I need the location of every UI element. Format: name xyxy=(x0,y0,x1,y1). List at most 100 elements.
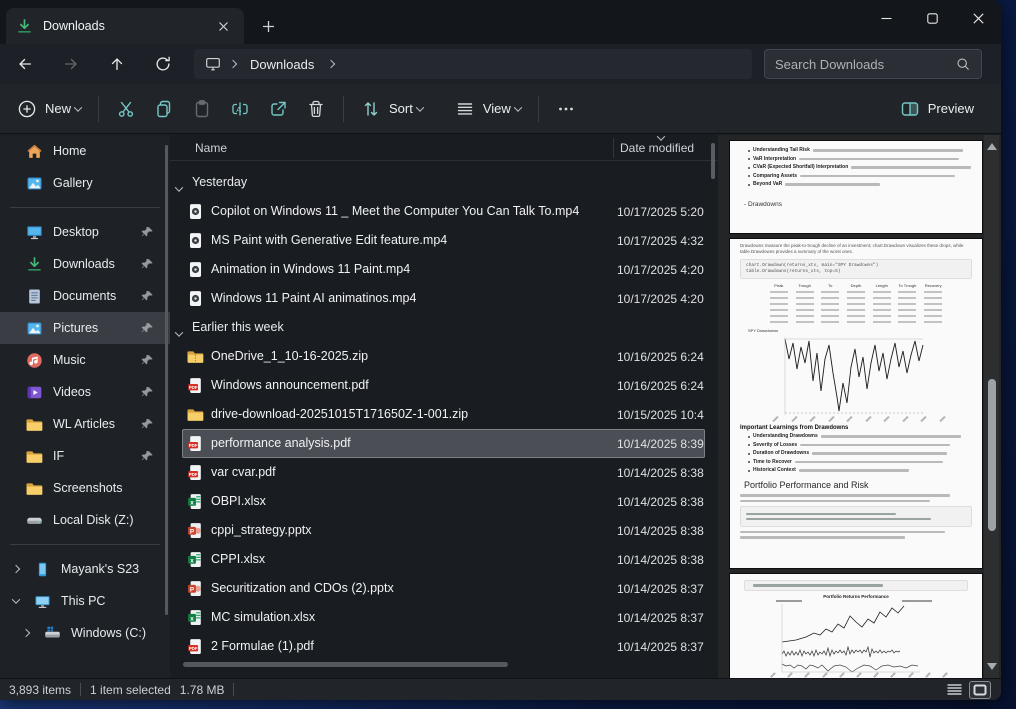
share-icon xyxy=(268,99,288,119)
group-header-earlier-this-week[interactable]: Earlier this week xyxy=(170,313,710,342)
share-button[interactable] xyxy=(259,91,297,127)
sidebar-item-local-disk-z[interactable]: Local Disk (Z:) xyxy=(8,504,162,536)
sidebar-item-home[interactable]: Home xyxy=(8,135,162,167)
cell-bar xyxy=(821,309,840,311)
cell-bar xyxy=(872,297,891,299)
cell-bar xyxy=(769,321,788,323)
text-line xyxy=(794,460,943,464)
sidebar-item-windows-c[interactable]: Windows (C:) xyxy=(8,617,162,649)
chevron-down-icon[interactable] xyxy=(174,324,184,342)
sidebar-item-wl-articles[interactable]: WL Articles xyxy=(8,408,162,440)
file-date-modified: 10/17/2025 4:32 xyxy=(617,233,704,248)
file-row-2-formulae-1-pdf[interactable]: PDF 2 Formulae (1).pdf 10/14/2025 8:37 xyxy=(182,632,705,661)
file-row-copilot-on-windows-11-meet-the-computer-you-can-talk-to-mp4[interactable]: Copilot on Windows 11 _ Meet the Compute… xyxy=(182,197,705,226)
refresh-button[interactable] xyxy=(146,49,180,79)
sidebar-item-pictures[interactable]: Pictures xyxy=(0,312,170,344)
file-row-cppi-strategy-pptx[interactable]: Pcppi_strategy.pptx 10/14/2025 8:38 xyxy=(182,516,705,545)
cell-bar xyxy=(924,321,943,323)
paste-button[interactable] xyxy=(183,91,221,127)
preview-pane: Understanding Tail Risk VaR Interpretatio… xyxy=(718,135,1001,678)
file-row-windows-announcement-pdf[interactable]: PDF Windows announcement.pdf 10/16/2025 6:… xyxy=(182,371,705,400)
cut-button[interactable] xyxy=(107,91,145,127)
file-row-onedrive-1-10-16-2025-zip[interactable]: OneDrive_1_10-16-2025.zip 10/16/2025 6:24 xyxy=(182,342,705,371)
sidebar-item-desktop[interactable]: Desktop xyxy=(8,216,162,248)
view-button[interactable]: View xyxy=(446,91,530,127)
text-line xyxy=(746,517,931,520)
cell-bar xyxy=(769,303,788,305)
sidebar-item-mayank-s-s23[interactable]: Mayank's S23 xyxy=(8,553,162,585)
chevron-down-icon[interactable] xyxy=(10,595,22,607)
scroll-down-arrow-icon[interactable] xyxy=(986,663,997,670)
back-button[interactable] xyxy=(8,49,42,79)
scroll-up-arrow-icon[interactable] xyxy=(986,143,997,150)
sidebar-item-this-pc[interactable]: This PC xyxy=(8,585,162,617)
large-icons-view-button[interactable] xyxy=(969,680,991,699)
file-row-obpi-xlsx[interactable]: x OBPI.xlsx 10/14/2025 8:38 xyxy=(182,487,705,516)
file-list-scrollbar[interactable] xyxy=(711,143,715,179)
bullet-dot xyxy=(748,149,750,152)
sidebar-scrollbar[interactable] xyxy=(165,145,168,615)
view-button-label: View xyxy=(482,101,511,116)
sidebar-item-gallery[interactable]: Gallery xyxy=(8,167,162,199)
sidebar-item-if[interactable]: IF xyxy=(8,440,162,472)
column-divider[interactable] xyxy=(613,138,614,158)
pin-icon xyxy=(141,258,154,271)
cell-bar xyxy=(872,321,891,323)
file-row-drive-download-20251015t171650z-1-001-zip[interactable]: drive-download-20251015T171650Z-1-001.zi… xyxy=(182,400,705,429)
sidebar-item-screenshots[interactable]: Screenshots xyxy=(8,472,162,504)
sort-button[interactable]: Sort xyxy=(352,91,432,127)
minimize-button[interactable] xyxy=(863,0,909,36)
file-name: Windows 11 Paint AI animatinos.mp4 xyxy=(211,291,417,305)
cell-bar xyxy=(924,291,943,293)
preview-scrollbar[interactable] xyxy=(984,135,999,678)
file-row-ms-paint-with-generative-edit-feature-mp4[interactable]: MS Paint with Generative Edit feature.mp… xyxy=(182,226,705,255)
up-button[interactable] xyxy=(100,49,134,79)
column-header-name[interactable]: Name xyxy=(195,141,227,155)
svg-text:PDF: PDF xyxy=(189,385,198,390)
text-line xyxy=(799,157,960,161)
more-options-button[interactable] xyxy=(547,91,585,127)
explorer-tab-downloads[interactable]: Downloads xyxy=(6,8,244,44)
file-row-performance-analysis-pdf[interactable]: PDF performance analysis.pdf 10/14/2025 8:… xyxy=(182,429,705,458)
file-row-securitization-and-cdos-2-pptx[interactable]: P Securitization and CDOs (2).pptx 10/14/2… xyxy=(182,574,705,603)
tab-close-icon[interactable] xyxy=(212,15,234,37)
sidebar-item-downloads[interactable]: Downloads xyxy=(8,248,162,280)
cell-bar xyxy=(872,303,891,305)
sidebar-item-music[interactable]: Music xyxy=(8,344,162,376)
maximize-button[interactable] xyxy=(909,0,955,36)
pdf-heading-drawdowns: - Drawdowns xyxy=(744,201,782,208)
breadcrumb-downloads[interactable]: Downloads xyxy=(250,57,314,72)
file-date-modified: 10/14/2025 8:38 xyxy=(617,465,704,480)
chevron-down-icon[interactable] xyxy=(174,179,184,197)
forward-button[interactable] xyxy=(54,49,88,79)
svg-text:P: P xyxy=(190,586,195,593)
pin-icon xyxy=(141,354,154,367)
rename-button[interactable]: A xyxy=(221,91,259,127)
chevron-right-icon[interactable] xyxy=(10,563,22,575)
sidebar-item-videos[interactable]: Videos xyxy=(8,376,162,408)
file-row-cppi-xlsx[interactable]: x CPPI.xlsx 10/14/2025 8:38 xyxy=(182,545,705,574)
search-input[interactable]: Search Downloads xyxy=(764,49,982,79)
file-row-animation-in-windows-11-paint-mp4[interactable]: Animation in Windows 11 Paint.mp4 10/17/2… xyxy=(182,255,705,284)
navigation-sidebar: Home Gallery Desktop Downloads Documents Pict… xyxy=(0,135,170,678)
preview-scrollbar-thumb[interactable] xyxy=(987,379,996,531)
new-button[interactable]: New xyxy=(8,91,90,127)
delete-button[interactable] xyxy=(297,91,335,127)
sidebar-item-documents[interactable]: Documents xyxy=(8,280,162,312)
column-header-date-modified[interactable]: Date modified xyxy=(620,141,694,155)
breadcrumb[interactable]: Downloads xyxy=(194,49,752,79)
preview-toggle-button[interactable]: Preview xyxy=(891,91,987,127)
new-tab-button[interactable] xyxy=(256,14,280,38)
horizontal-scrollbar[interactable] xyxy=(183,662,508,667)
copy-button[interactable] xyxy=(145,91,183,127)
close-button[interactable] xyxy=(955,0,1001,36)
file-row-var-cvar-pdf[interactable]: PDF var cvar.pdf 10/14/2025 8:38 xyxy=(182,458,705,487)
group-label: Yesterday xyxy=(192,175,248,189)
chevron-right-icon[interactable] xyxy=(327,59,336,69)
file-row-windows-11-paint-ai-animatinos-mp4[interactable]: Windows 11 Paint AI animatinos.mp4 10/17/… xyxy=(182,284,705,313)
file-row-mc-simulation-xlsx[interactable]: x MC simulation.xlsx 10/14/2025 8:37 xyxy=(182,603,705,632)
group-header-yesterday[interactable]: Yesterday xyxy=(170,168,710,197)
pdf-bullet-list: Understanding Drawdowns Severity of Losse… xyxy=(730,434,982,473)
details-view-button[interactable] xyxy=(943,681,965,699)
chevron-right-icon[interactable] xyxy=(20,627,32,639)
